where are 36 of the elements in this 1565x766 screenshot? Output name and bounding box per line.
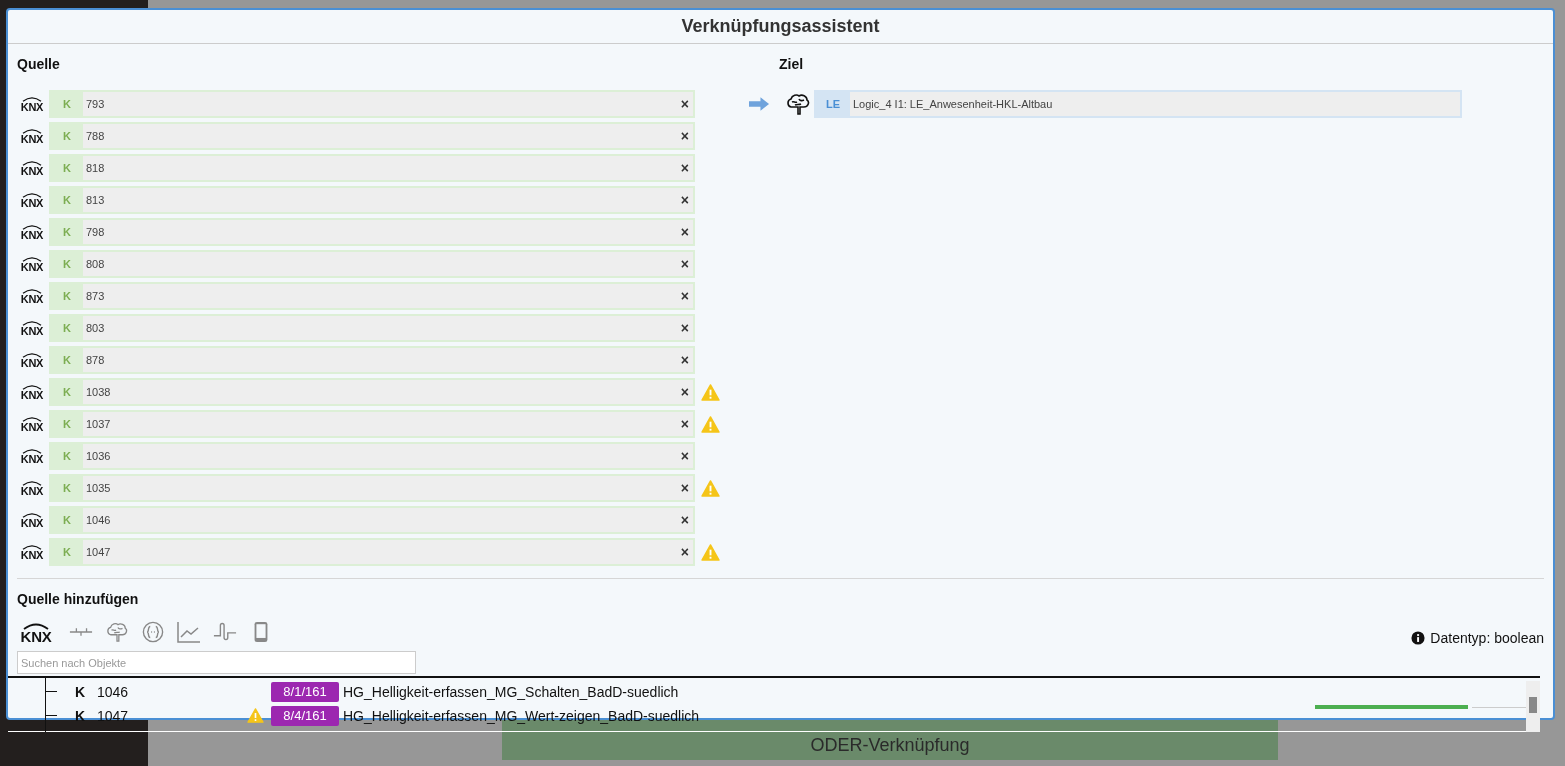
knx-logo: KNX	[17, 448, 47, 464]
knx-logo: KNX	[17, 352, 47, 368]
search-field[interactable]: Suchen nach Objekte	[17, 651, 416, 674]
knx-logo: KNX	[17, 224, 47, 240]
section-heading: Ziel	[778, 56, 805, 74]
warning-icon	[701, 383, 720, 401]
knx-logo: KNX	[17, 256, 47, 272]
knx-logo[interactable]: KNX	[17, 621, 55, 643]
block-label: ODER-Verknüpfung	[810, 734, 970, 756]
knx-logo: KNX	[17, 288, 47, 304]
warning-icon	[701, 415, 720, 433]
chart-icon[interactable]	[177, 621, 201, 643]
knx-logo: KNX	[17, 480, 47, 496]
knx-logo: KNX	[17, 128, 47, 144]
signal-icon[interactable]	[213, 621, 237, 643]
list-item[interactable]: K 1046 8/1/161 HG_Helligkeit-erfassen_MG_Schalten_BadD-suedlich	[8, 680, 1526, 703]
brain-icon	[786, 92, 810, 116]
knx-logo: KNX	[17, 192, 47, 208]
datatype-label: Datentyp: boolean	[1430, 630, 1544, 646]
knx-logo: KNX	[17, 160, 47, 176]
brain-icon[interactable]	[105, 621, 129, 643]
knx-logo: KNX	[17, 384, 47, 400]
knx-logo: KNX	[17, 320, 47, 336]
knx-logo: KNX	[17, 512, 47, 528]
window-title: Verknüpfungsassistent	[8, 10, 1553, 44]
arrow-icon	[749, 97, 770, 111]
section-heading: Quelle hinzufügen	[17, 591, 140, 609]
scrollbar[interactable]	[1526, 681, 1540, 732]
info-icon	[1411, 631, 1426, 645]
knx-logo: KNX	[17, 416, 47, 432]
variable-icon[interactable]	[141, 621, 165, 643]
knx-logo: KNX	[17, 96, 47, 112]
warning-icon	[701, 543, 720, 561]
section-heading: Quelle	[17, 56, 61, 74]
knx-logo: KNX	[17, 544, 47, 560]
warning-icon	[701, 479, 720, 497]
